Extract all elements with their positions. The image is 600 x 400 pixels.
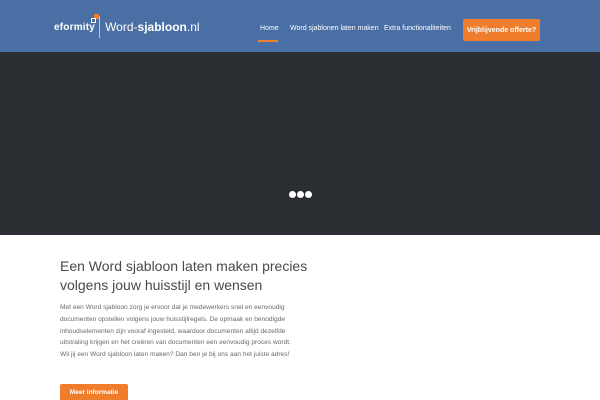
site-logo[interactable]: eformity Word-sjabloon.nl	[54, 13, 200, 38]
logo-brand: eformity	[54, 13, 99, 33]
loading-dots-icon	[289, 191, 312, 198]
logo-divider	[99, 16, 101, 38]
logo-site-name: Word-sjabloon.nl	[105, 20, 200, 34]
page-headline: Een Word sjabloon laten maken precies vo…	[60, 258, 308, 293]
hero-slider	[0, 52, 600, 235]
nav-active-indicator	[258, 40, 278, 42]
nav-item-word-sjablonen[interactable]: Word sjablonen laten maken	[290, 25, 379, 32]
intro-text: Met een Word sjabloon zorg je ervoor dat…	[60, 304, 291, 359]
nav-item-home[interactable]: Home	[260, 25, 279, 32]
more-info-button[interactable]: Meer informatie	[60, 384, 128, 400]
quote-button[interactable]: Vrijblijvende offerte?	[463, 19, 540, 41]
nav-item-extra-functionaliteiten[interactable]: Extra functionaliteiten	[384, 25, 451, 32]
site-header: eformity Word-sjabloon.nl Home Word sjab…	[0, 0, 600, 52]
